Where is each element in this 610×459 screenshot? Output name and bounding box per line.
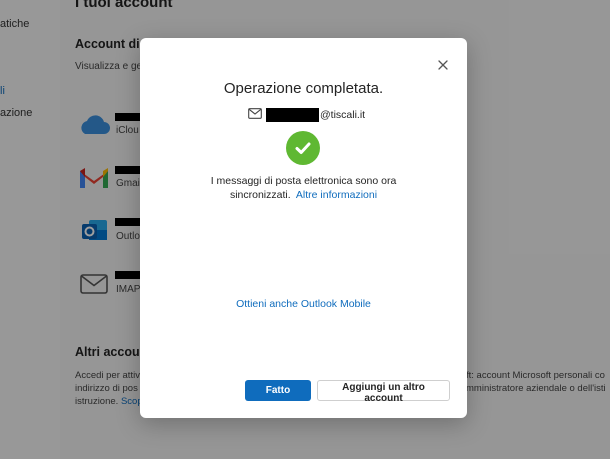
add-another-account-button[interactable]: Aggiungi un altro account xyxy=(317,380,450,404)
close-icon[interactable] xyxy=(436,58,450,72)
done-button[interactable]: Fatto xyxy=(245,380,311,401)
success-check-icon xyxy=(286,131,320,165)
outlook-mobile-link[interactable]: Ottieni anche Outlook Mobile xyxy=(140,298,467,310)
dialog-title: Operazione completata. xyxy=(223,80,384,97)
redacted-email-user xyxy=(266,108,319,122)
sync-message: I messaggi di posta elettronica sono ora… xyxy=(140,174,467,202)
more-info-link[interactable]: Altre informazioni xyxy=(296,189,377,201)
account-email: @tiscali.it xyxy=(248,108,365,122)
sync-message-line-1: I messaggi di posta elettronica sono ora xyxy=(210,175,397,187)
success-dialog: Operazione completata. @tiscali.it I mes… xyxy=(140,38,467,418)
sync-message-line-2: sincronizzati. xyxy=(229,189,291,201)
email-domain: @tiscali.it xyxy=(320,109,366,121)
mail-icon xyxy=(248,106,262,124)
